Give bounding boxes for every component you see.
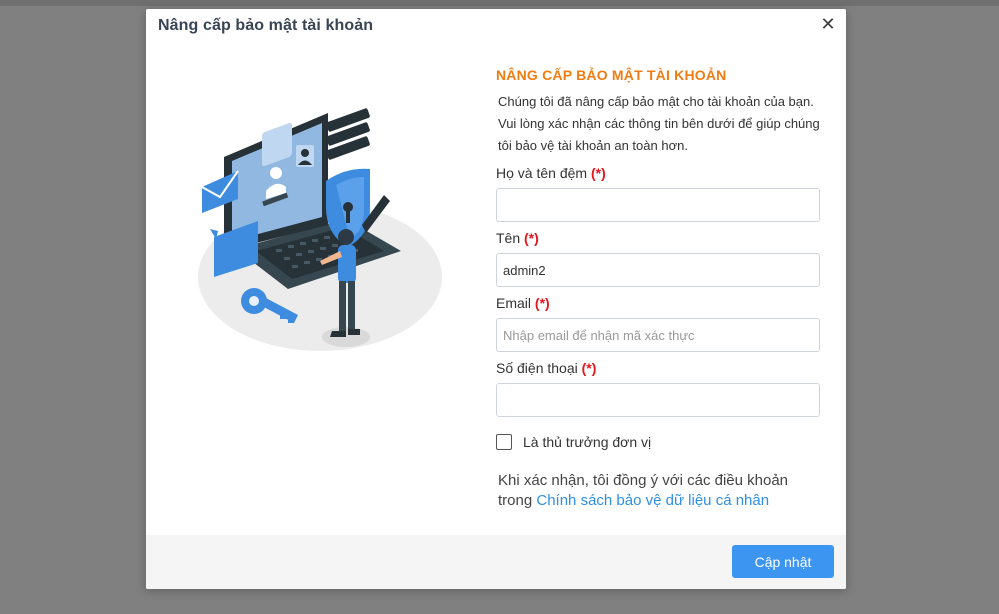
modal-header: Nâng cấp bảo mật tài khoản ✕ bbox=[146, 9, 846, 43]
first-name-input[interactable] bbox=[496, 253, 820, 287]
checkbox-icon[interactable] bbox=[496, 434, 512, 450]
security-upgrade-modal: Nâng cấp bảo mật tài khoản ✕ NÂNG CẤP BẢ… bbox=[146, 9, 846, 589]
field-label: Họ và tên đệm bbox=[496, 165, 588, 181]
modal-title: Nâng cấp bảo mật tài khoản bbox=[158, 17, 374, 34]
update-button[interactable]: Cập nhật bbox=[732, 545, 834, 578]
security-form: NÂNG CẤP BẢO MẬT TÀI KHOẢN Chúng tôi đã … bbox=[496, 67, 820, 511]
intro-text: Chúng tôi đã nâng cấp bảo mật cho tài kh… bbox=[498, 94, 820, 153]
phone-input[interactable] bbox=[496, 383, 820, 417]
required-marker: (*) bbox=[534, 295, 550, 311]
field-label: Số điện thoại bbox=[496, 360, 578, 376]
checkbox-label: Là thủ trưởng đơn vị bbox=[523, 434, 652, 450]
form-heading: NÂNG CẤP BẢO MẬT TÀI KHOẢN bbox=[496, 67, 727, 83]
middle-name-input[interactable] bbox=[496, 188, 820, 222]
field-phone: Số điện thoại (*) bbox=[496, 358, 820, 417]
page-backdrop bbox=[0, 0, 999, 6]
field-email: Email (*) bbox=[496, 293, 820, 352]
email-input[interactable] bbox=[496, 318, 820, 352]
close-icon[interactable]: ✕ bbox=[819, 15, 837, 33]
head-of-unit-option[interactable]: Là thủ trưởng đơn vị bbox=[496, 433, 820, 451]
field-label: Email bbox=[496, 295, 532, 311]
consent-text: Khi xác nhận, tôi đồng ý với các điều kh… bbox=[498, 471, 818, 511]
modal-footer: Cập nhật bbox=[146, 535, 846, 589]
security-illustration bbox=[198, 108, 442, 351]
privacy-policy-link[interactable]: Chính sách bảo vệ dữ liệu cá nhân bbox=[536, 492, 769, 509]
required-marker: (*) bbox=[590, 165, 606, 181]
required-marker: (*) bbox=[581, 360, 597, 376]
required-marker: (*) bbox=[524, 230, 539, 246]
field-middle-name: Họ và tên đệm (*) bbox=[496, 163, 820, 222]
field-label: Tên bbox=[496, 230, 521, 246]
field-first-name: Tên (*) bbox=[496, 228, 820, 287]
